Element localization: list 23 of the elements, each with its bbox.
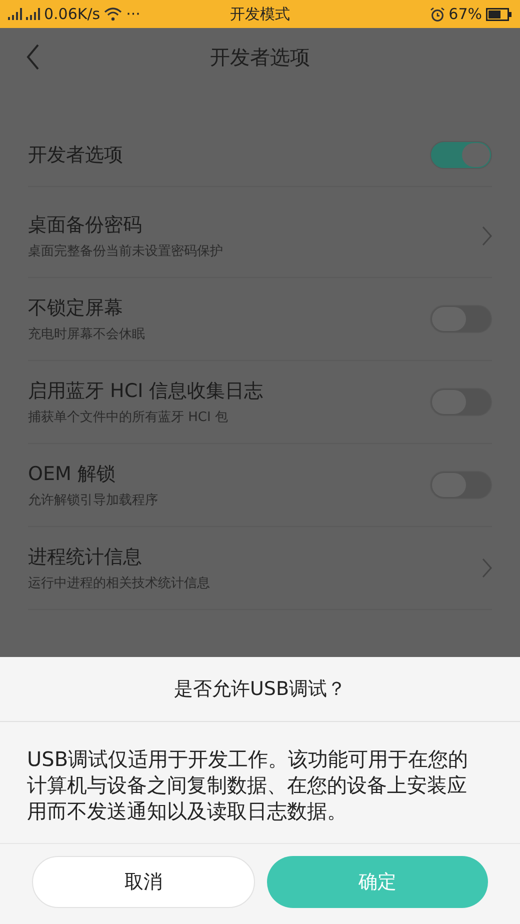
battery-icon [486,8,512,20]
battery-percent: 67% [448,5,482,23]
dialog-message: USB调试仅适用于开发工作。该功能可用于在您的计算机与设备之间复制数据、在您的设备上安装应用而不发送通知以及读取日志数据。 [0,722,520,844]
dialog-title: 是否允许USB调试？ [0,657,520,722]
cancel-button[interactable]: 取消 [32,856,255,908]
signal-icon [26,8,40,20]
chevron-icon[interactable] [482,226,492,246]
network-speed: 0.06K/s [44,5,100,23]
setting-title: 启用蓝牙 HCI 信息收集日志 [28,379,264,404]
setting-title: OEM 解锁 [28,462,116,487]
more-indicator: ··· [126,5,140,23]
chevron-icon[interactable] [482,558,492,578]
wifi-icon [104,7,122,21]
alarm-icon [430,6,445,22]
back-icon[interactable] [26,44,40,70]
page-title: 开发者选项 [210,44,310,70]
setting-title: 桌面备份密码 [28,213,143,238]
setting-title: 开发者选项 [28,143,123,168]
setting-title: 不锁定屏幕 [28,296,124,321]
status-title: 开发模式 [230,4,290,24]
signal-icon [8,8,22,20]
setting-title: 进程统计信息 [28,545,143,570]
toggle-switch[interactable] [430,141,492,169]
